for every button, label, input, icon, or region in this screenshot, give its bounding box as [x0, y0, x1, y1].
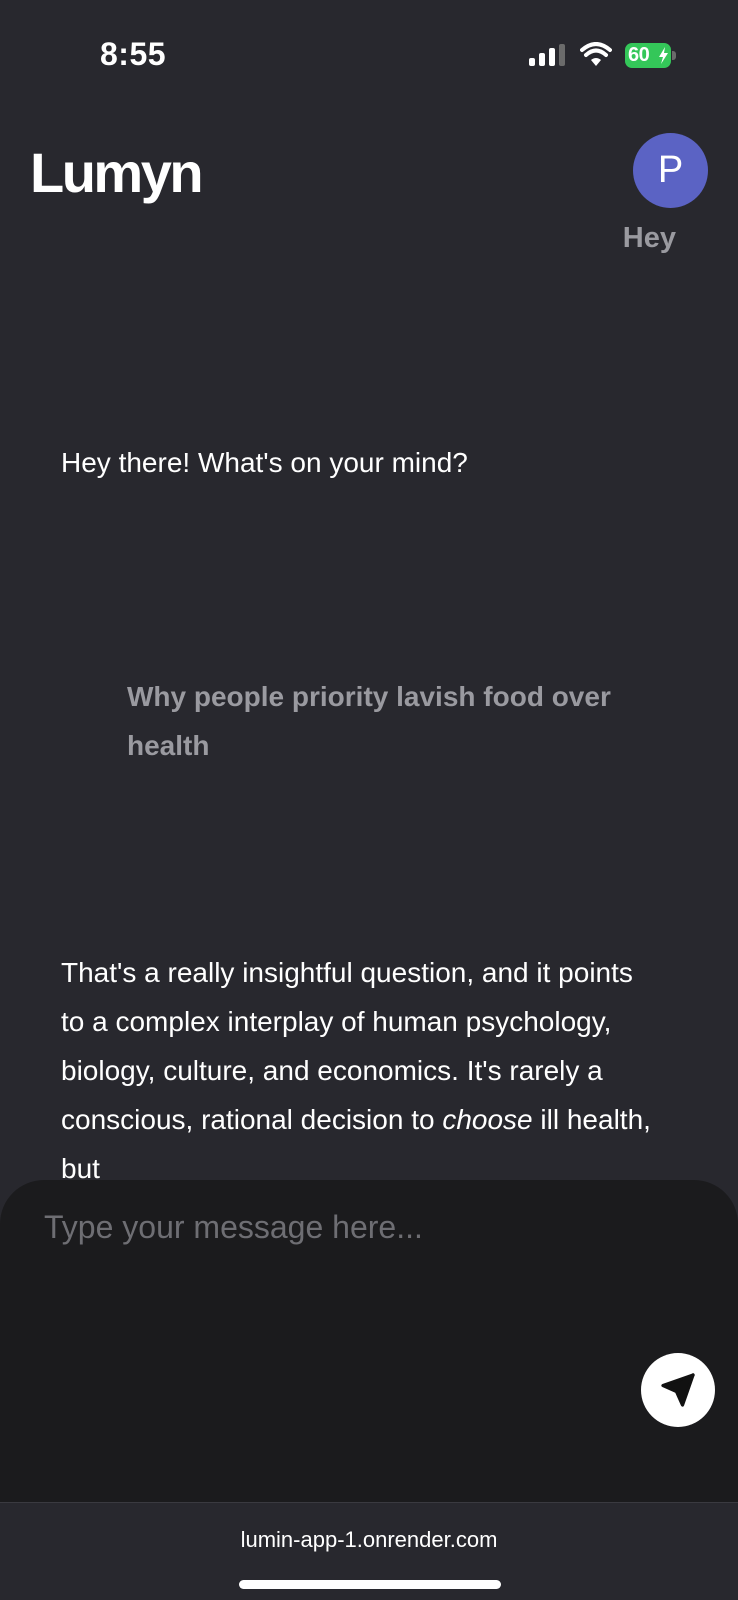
assistant-message-emphasis: choose [442, 1104, 533, 1135]
wifi-icon [580, 42, 612, 66]
avatar-initial: P [657, 149, 684, 191]
browser-address-bar[interactable]: lumin-app-1.onrender.com [0, 1502, 738, 1600]
home-indicator[interactable] [239, 1580, 501, 1589]
message-composer [0, 1180, 738, 1502]
user-message: Why people priority lavish food over hea… [127, 681, 611, 761]
status-bar: 8:55 60 [0, 0, 738, 110]
user-message: Hey [622, 222, 676, 254]
battery-percent: 60 [628, 44, 650, 66]
status-time: 8:55 [100, 36, 167, 72]
url-text: lumin-app-1.onrender.com [240, 1527, 498, 1552]
user-avatar[interactable]: P [633, 133, 708, 208]
app-logo: Lumyn [30, 141, 204, 204]
chat-thread[interactable]: Hey Hey there! What's on your mind? Why … [0, 210, 738, 1180]
assistant-message: That's a really insightful question, and… [61, 948, 661, 1180]
charging-bolt-icon [659, 47, 668, 64]
send-icon [661, 1373, 695, 1407]
cellular-signal-icon [529, 44, 565, 66]
send-button[interactable] [641, 1353, 715, 1427]
app-screen: 8:55 60 Lumyn P Hey Hey there! What's on… [0, 0, 738, 1600]
message-input[interactable] [44, 1202, 644, 1252]
battery-icon: 60 [625, 43, 677, 68]
assistant-message: Hey there! What's on your mind? [61, 447, 468, 478]
